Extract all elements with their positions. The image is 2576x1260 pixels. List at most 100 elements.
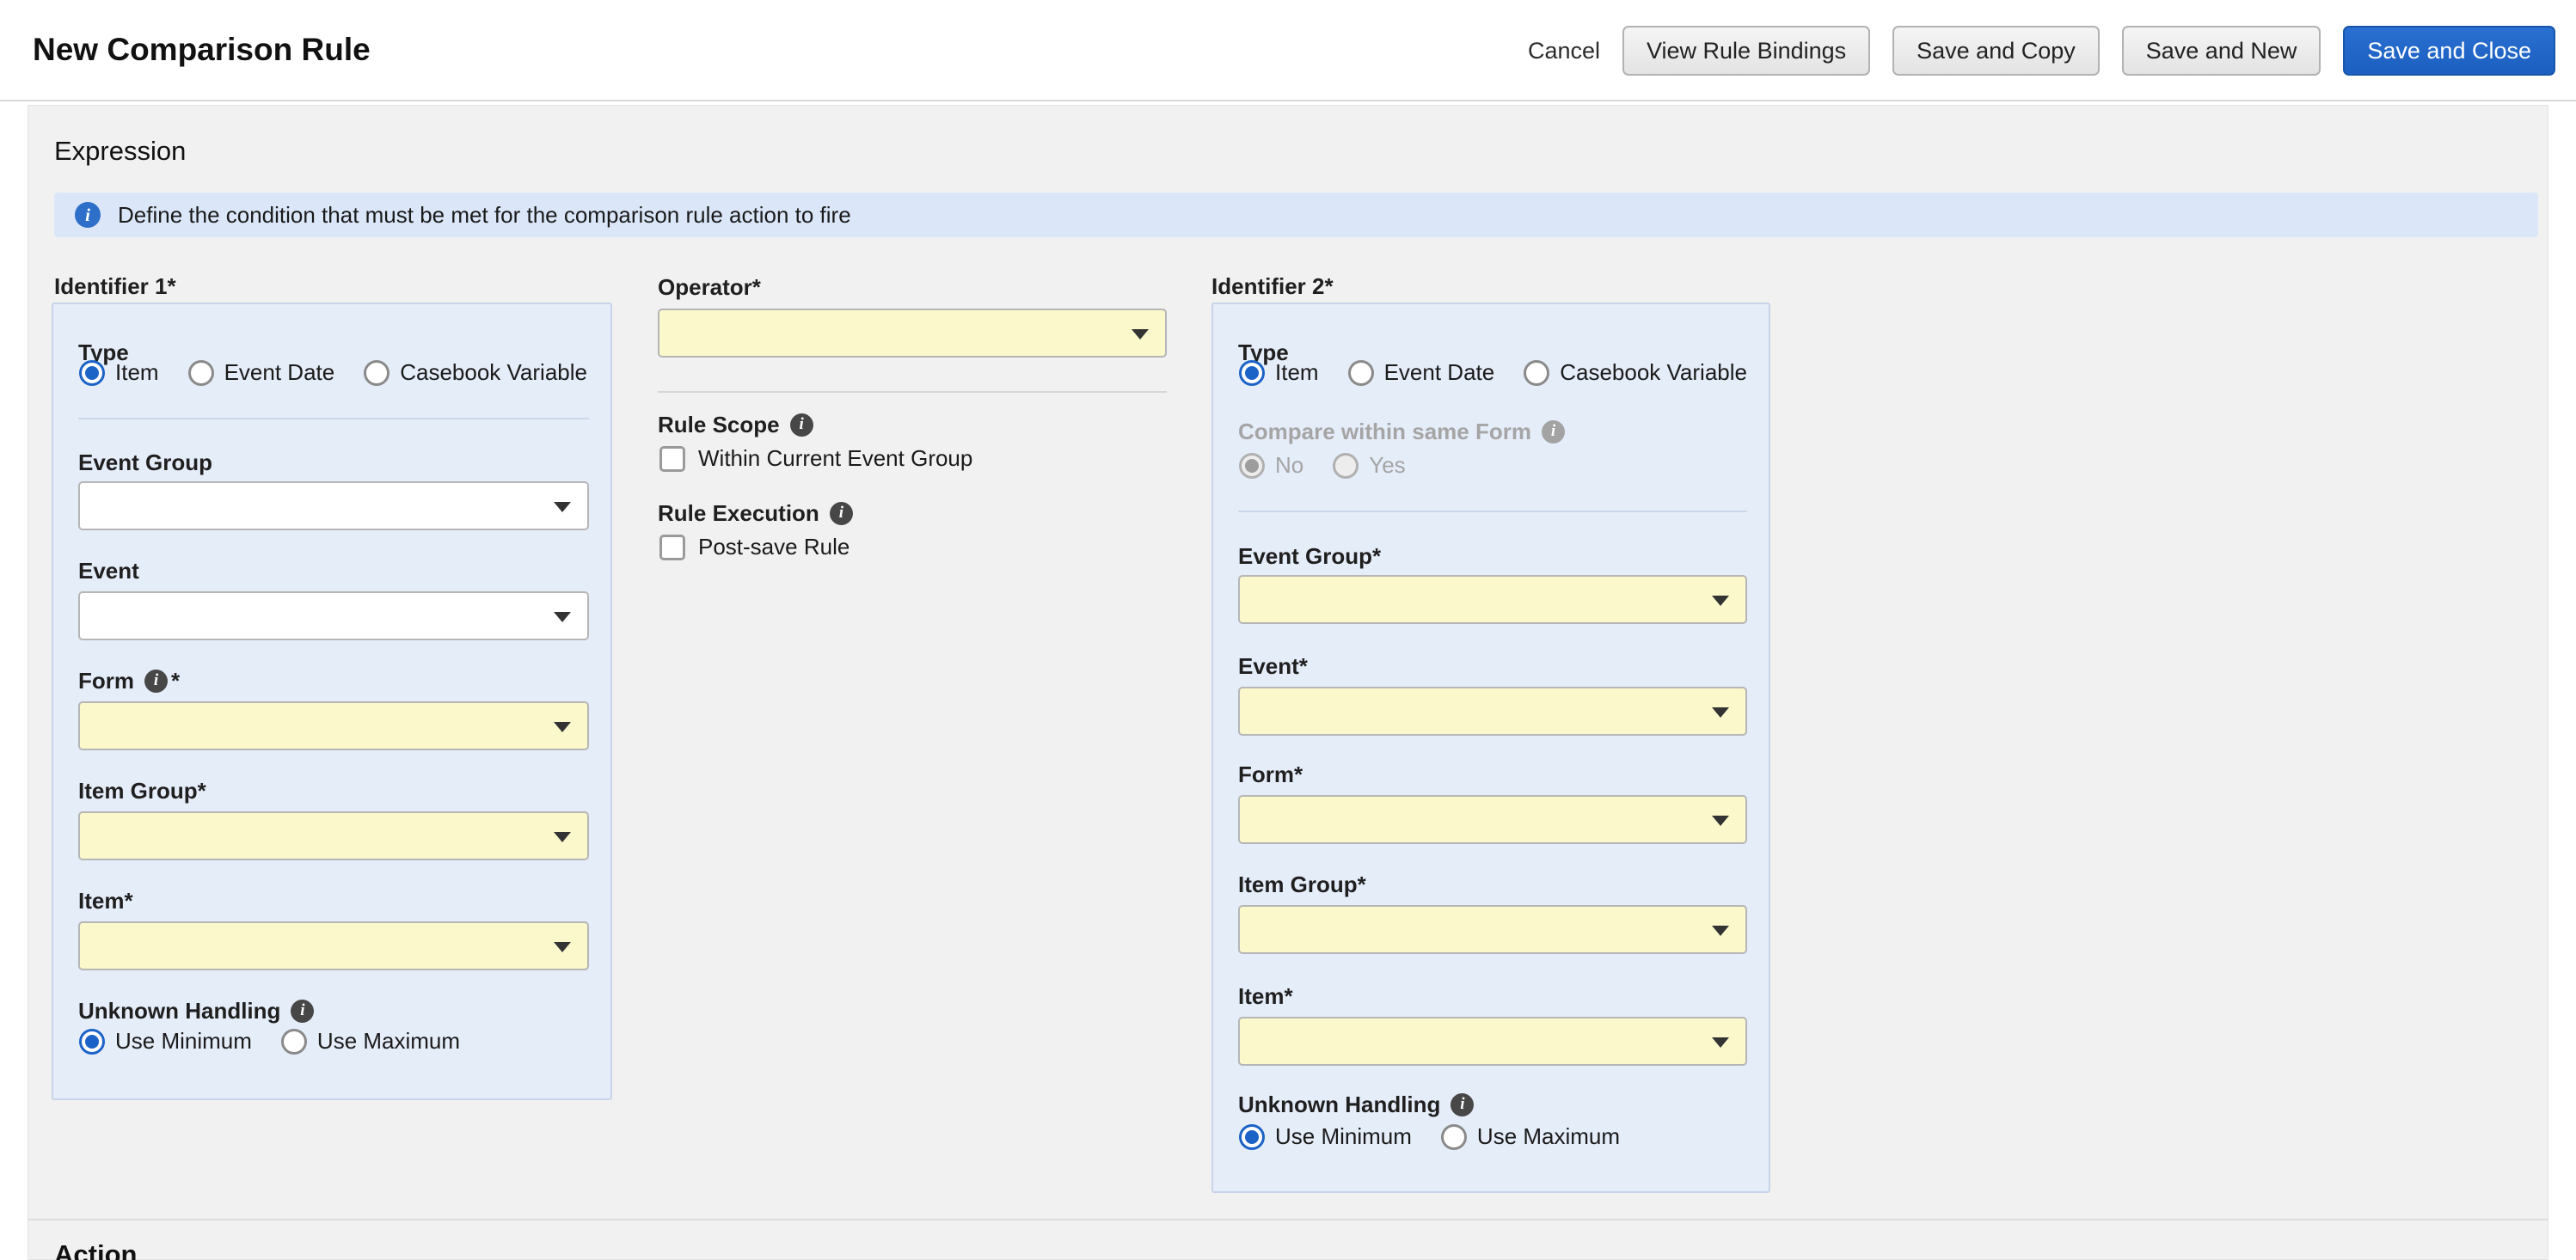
identifier1-use-minimum-radio[interactable]: Use Minimum [79,1028,252,1055]
identifier1-form-label: Form i * [78,667,180,694]
identifier1-item-group-label: Item Group* [78,777,206,804]
identifier1-item-select[interactable] [78,921,589,970]
cancel-button[interactable]: Cancel [1528,38,1600,64]
info-banner-text: Define the condition that must be met fo… [118,202,851,229]
rule-scope-info-icon[interactable]: i [790,413,813,437]
label-text: Unknown Handling [1238,1091,1440,1118]
save-and-new-button[interactable]: Save and New [2122,26,2321,76]
checkbox-icon [659,535,685,560]
identifier2-unknown-handling-label: Unknown Handling i [1238,1091,1474,1118]
identifier2-type-event-date-radio[interactable]: Event Date [1348,359,1495,386]
radio-icon [1348,360,1374,386]
unknown-handling-info-icon[interactable]: i [1451,1093,1474,1116]
radio-label: Item [115,359,159,386]
radio-icon [281,1029,307,1055]
identifier1-panel: Type Item Event Date Casebook Variable E… [52,303,612,1100]
post-save-rule-checkbox[interactable]: Post-save Rule [659,534,849,560]
radio-label: Casebook Variable [400,359,587,386]
divider [658,391,1167,393]
header-actions: Cancel View Rule Bindings Save and Copy … [1528,0,2555,101]
identifier2-use-minimum-radio[interactable]: Use Minimum [1239,1123,1412,1150]
radio-icon [1441,1124,1467,1150]
identifier1-event-group-select[interactable] [78,481,589,530]
info-banner: i Define the condition that must be met … [54,193,2538,237]
identifier2-item-group-label: Item Group* [1238,871,1366,898]
checkbox-label: Post-save Rule [698,534,849,560]
identifier1-form-select[interactable] [78,701,589,750]
identifier2-form-label: Form* [1238,761,1303,788]
radio-label: Use Maximum [1477,1123,1620,1150]
identifier1-event-select[interactable] [78,591,589,640]
view-rule-bindings-button[interactable]: View Rule Bindings [1622,26,1870,76]
save-and-copy-button[interactable]: Save and Copy [1892,26,2100,76]
within-current-event-group-checkbox[interactable]: Within Current Event Group [659,445,972,472]
radio-label: Yes [1369,452,1405,479]
operator-select[interactable] [658,309,1167,358]
divider [78,418,589,419]
unknown-handling-info-icon[interactable]: i [291,1000,314,1023]
label-text: Rule Scope [658,411,780,438]
page-title: New Comparison Rule [33,32,371,68]
rule-scope-label: Rule Scope i [658,411,813,438]
radio-icon [1333,453,1359,479]
identifier2-type-options: Item Event Date Casebook Variable [1239,359,1747,386]
identifier1-unknown-handling-options: Use Minimum Use Maximum [79,1028,460,1055]
rule-execution-label: Rule Execution i [658,499,853,527]
radio-label: Casebook Variable [1560,359,1747,386]
save-and-close-button[interactable]: Save and Close [2343,26,2555,76]
identifier1-type-casebook-variable-radio[interactable]: Casebook Variable [364,359,587,386]
new-comparison-rule-page: New Comparison Rule Cancel View Rule Bin… [0,0,2576,1260]
identifier2-item-group-select[interactable] [1238,905,1747,954]
radio-icon [364,360,389,386]
required-star: * [171,667,180,694]
identifier1-event-label: Event [78,557,139,584]
radio-icon [1239,453,1265,479]
identifier1-item-group-select[interactable] [78,811,589,860]
identifier1-event-group-label: Event Group [78,449,212,476]
radio-label: Use Minimum [1275,1123,1412,1150]
identifier1-use-maximum-radio[interactable]: Use Maximum [281,1028,460,1055]
identifier2-event-group-label: Event Group* [1238,542,1381,570]
radio-icon [1524,360,1549,386]
compare-yes-radio: Yes [1333,452,1405,479]
identifier2-title: Identifier 2* [1211,273,1334,300]
identifier1-unknown-handling-label: Unknown Handling i [78,997,314,1025]
radio-label: Item [1275,359,1319,386]
identifier1-item-label: Item* [78,887,133,914]
identifier1-title: Identifier 1* [54,273,176,300]
label-text: Unknown Handling [78,997,280,1025]
identifier2-use-maximum-radio[interactable]: Use Maximum [1441,1123,1620,1150]
checkbox-icon [659,446,685,472]
section-divider [28,1219,2548,1220]
compare-within-same-form-label: Compare within same Form i [1238,418,1565,445]
radio-icon [1239,360,1265,386]
identifier2-event-select[interactable] [1238,687,1747,736]
radio-label: Use Minimum [115,1028,252,1055]
radio-icon [79,360,105,386]
label-text: Form [78,667,134,694]
operator-label: Operator* [658,273,761,301]
identifier1-type-item-radio[interactable]: Item [79,359,159,386]
checkbox-label: Within Current Event Group [698,445,972,472]
rule-execution-info-icon[interactable]: i [830,502,853,525]
compare-no-radio: No [1239,452,1303,479]
identifier2-form-select[interactable] [1238,795,1747,844]
identifier2-item-select[interactable] [1238,1017,1747,1066]
radio-icon [188,360,214,386]
compare-within-same-form-info-icon: i [1542,420,1565,443]
identifier1-type-event-date-radio[interactable]: Event Date [188,359,335,386]
radio-icon [1239,1124,1265,1150]
radio-icon [79,1029,105,1055]
identifier2-type-item-radio[interactable]: Item [1239,359,1319,386]
form-info-icon[interactable]: i [144,670,168,693]
divider [1238,511,1747,512]
info-icon: i [75,202,101,228]
identifier2-item-label: Item* [1238,982,1293,1010]
action-section-title: Action [54,1239,137,1260]
compare-within-same-form-options: No Yes [1239,452,1406,479]
label-text: Compare within same Form [1238,418,1531,445]
identifier2-type-casebook-variable-radio[interactable]: Casebook Variable [1524,359,1747,386]
radio-label: Event Date [1384,359,1495,386]
identifier2-event-group-select[interactable] [1238,575,1747,624]
identifier2-event-label: Event* [1238,652,1308,680]
